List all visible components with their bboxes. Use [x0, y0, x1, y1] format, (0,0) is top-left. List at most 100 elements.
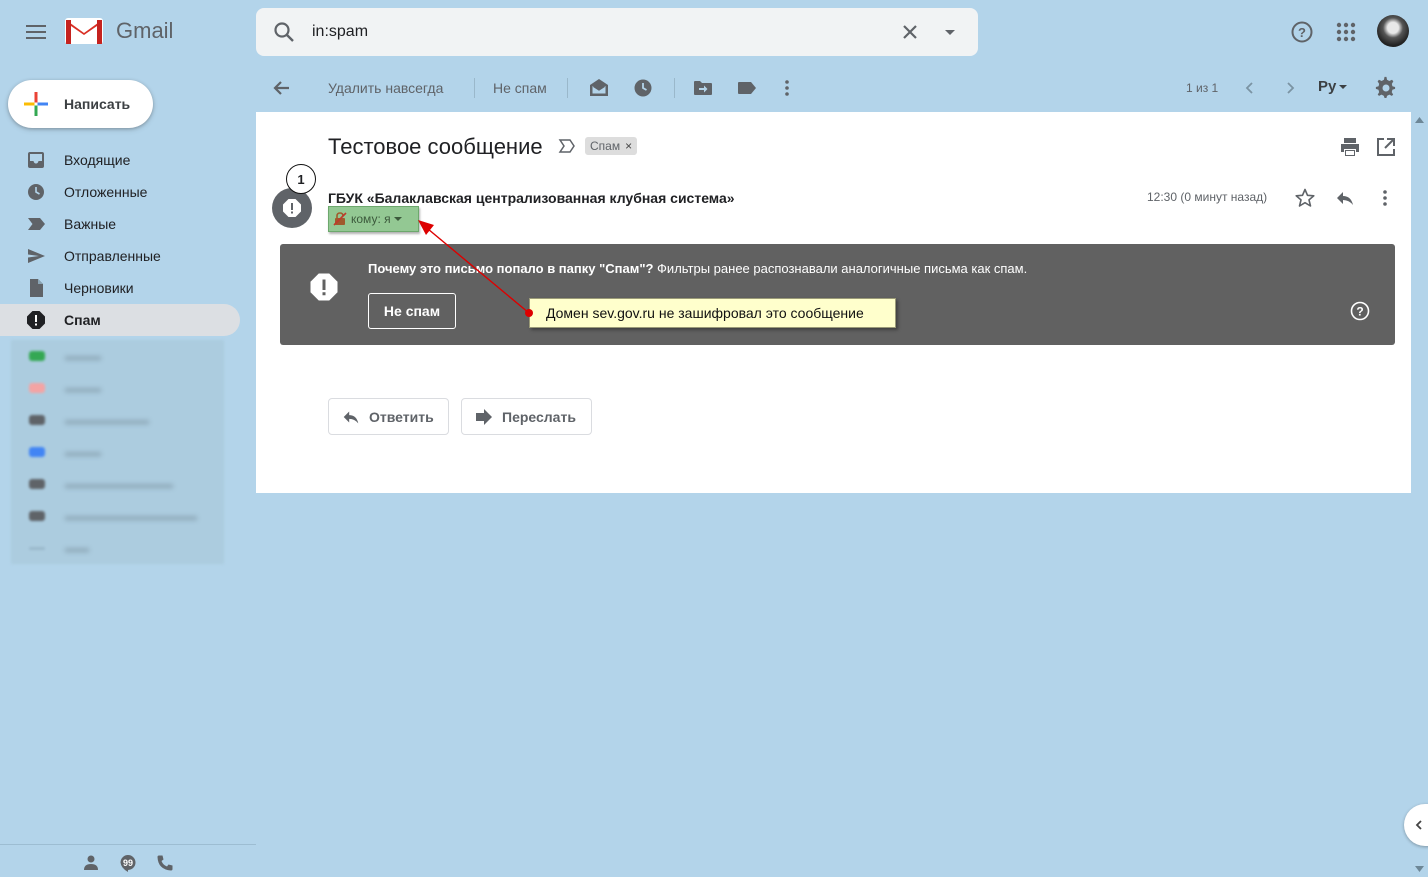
toolbar-divider [474, 78, 475, 98]
account-avatar[interactable] [1377, 15, 1409, 47]
label-color-icon [29, 351, 45, 361]
more-vert-icon[interactable] [1374, 187, 1396, 209]
label-color-icon [29, 511, 45, 521]
label-color-icon [29, 415, 45, 425]
search-bar [256, 8, 978, 56]
vertical-scrollbar[interactable] [1411, 112, 1428, 877]
star-icon[interactable] [1294, 187, 1316, 209]
scroll-up-icon[interactable] [1415, 116, 1424, 124]
mark-as-read-icon[interactable] [587, 76, 611, 100]
sidebar-footer: 99 [0, 844, 256, 877]
importance-marker-icon[interactable] [558, 138, 576, 154]
sidebar-item-drafts[interactable]: Черновики [0, 272, 240, 304]
message-toolbar: Удалить навсегда Не спам 1 из 1 Ру [256, 64, 1428, 112]
clear-search-icon[interactable] [898, 20, 922, 44]
search-input[interactable] [312, 18, 872, 46]
sidebar-item-label: Отправленные [64, 248, 161, 264]
sidebar-item-sent[interactable]: Отправленные [0, 240, 240, 272]
user-label[interactable]: ▬▬▬▬▬▬▬▬▬▬▬ [11, 500, 224, 532]
spam-warning-text: Почему это письмо попало в папку "Спам"?… [368, 261, 1027, 276]
chevron-left-icon[interactable] [1238, 76, 1262, 100]
apps-grid-icon[interactable] [1328, 14, 1364, 50]
hangouts-chat-icon[interactable]: 99 [119, 854, 137, 872]
dropdown-arrow-icon [1339, 84, 1348, 89]
hamburger-menu-icon [26, 25, 46, 39]
gmail-logo[interactable]: Gmail [64, 16, 173, 46]
help-icon[interactable]: ? [1284, 14, 1320, 50]
user-label[interactable]: ▬▬▬ [11, 436, 224, 468]
snooze-clock-icon[interactable] [631, 76, 655, 100]
send-icon [26, 246, 46, 266]
pagination-count: 1 из 1 [1186, 81, 1219, 95]
message-timestamp: 12:30 (0 минут назад) [1147, 190, 1268, 204]
toolbar-divider [567, 78, 568, 98]
spam-label-text: Спам [590, 139, 621, 153]
scroll-down-icon[interactable] [1415, 865, 1424, 873]
main-menu-button[interactable] [14, 12, 58, 52]
user-label[interactable]: ▬▬▬ [11, 340, 224, 372]
encryption-tooltip: Домен sev.gov.ru не зашифровал это сообщ… [529, 298, 896, 328]
phone-call-icon[interactable] [156, 854, 174, 872]
svg-text:99: 99 [123, 858, 133, 868]
remove-label-icon[interactable]: × [625, 139, 632, 153]
draft-icon [26, 278, 46, 298]
search-options-icon[interactable] [938, 20, 962, 44]
sidebar-item-important[interactable]: Важные [0, 208, 240, 240]
user-labels-blurred: ▬▬▬ ▬▬▬ ▬▬▬▬▬▬▬ ▬▬▬ ▬▬▬▬▬▬▬▬▬ ▬▬▬▬▬▬▬▬▬▬… [11, 340, 224, 564]
print-icon[interactable] [1339, 136, 1361, 158]
unencrypted-lock-icon [333, 212, 347, 226]
sidebar-item-label: Черновики [64, 280, 134, 296]
reply-icon[interactable] [1334, 187, 1356, 209]
user-label[interactable]: ▬▬▬ [11, 372, 224, 404]
sender-avatar [272, 188, 312, 228]
user-label[interactable]: ▬▬▬▬▬▬▬ [11, 404, 224, 436]
sidebar-item-label: Спам [64, 312, 101, 328]
spam-warning-reason: Фильтры ранее распознавали аналогичные п… [653, 261, 1028, 276]
not-spam-banner-button[interactable]: Не спам [368, 293, 456, 329]
not-spam-button[interactable]: Не спам [493, 80, 547, 96]
warning-exclamation-icon [283, 199, 301, 217]
clock-icon [26, 182, 46, 202]
spam-icon [26, 310, 46, 330]
more-labels[interactable]: ▬▬ [11, 532, 224, 564]
forward-label: Переслать [502, 408, 576, 425]
label-tag-icon[interactable] [735, 76, 759, 100]
warning-exclamation-icon [310, 273, 338, 301]
chevron-right-icon[interactable] [1278, 76, 1302, 100]
user-label[interactable]: ▬▬▬▬▬▬▬▬▬ [11, 468, 224, 500]
reply-button[interactable]: Ответить [328, 398, 449, 435]
more-vert-icon[interactable] [775, 76, 799, 100]
settings-gear-icon[interactable] [1374, 76, 1398, 100]
side-panel-toggle[interactable] [1404, 804, 1428, 846]
reply-label: Ответить [369, 408, 434, 425]
help-icon[interactable]: ? [1350, 301, 1370, 321]
open-in-new-window-icon[interactable] [1375, 136, 1397, 158]
svg-text:?: ? [1356, 305, 1363, 319]
reply-icon [343, 411, 359, 423]
delete-forever-button[interactable]: Удалить навсегда [328, 80, 443, 96]
sidebar-nav: Входящие Отложенные Важные Отправленные … [0, 144, 240, 336]
sidebar-item-snoozed[interactable]: Отложенные [0, 176, 240, 208]
sender-name[interactable]: ГБУК «Балаклавская централизованная клуб… [328, 190, 735, 206]
sidebar-item-spam[interactable]: Спам [0, 304, 240, 336]
compose-label: Написать [64, 96, 131, 112]
input-language-selector[interactable]: Ру [1318, 78, 1350, 95]
sidebar-item-label: Входящие [64, 152, 131, 168]
sidebar-item-label: Отложенные [64, 184, 148, 200]
contacts-person-icon[interactable] [82, 854, 100, 872]
message-subject: Тестовое сообщение [328, 134, 543, 159]
compose-button[interactable]: Написать [8, 80, 153, 128]
recipient-details-toggle[interactable]: кому: я [328, 206, 419, 232]
svg-text:?: ? [1298, 25, 1306, 40]
label-color-icon [29, 447, 45, 457]
move-to-folder-icon[interactable] [691, 76, 715, 100]
chevron-left-icon [1415, 820, 1422, 830]
search-icon[interactable] [272, 20, 296, 44]
chevron-down-icon [29, 546, 45, 550]
spam-warning-title: Почему это письмо попало в папку "Спам"? [368, 261, 654, 276]
gmail-envelope-icon [65, 18, 103, 44]
sidebar-item-inbox[interactable]: Входящие [0, 144, 240, 176]
compose-plus-icon [24, 92, 48, 116]
back-arrow-icon[interactable] [270, 76, 294, 100]
forward-button[interactable]: Переслать [461, 398, 592, 435]
